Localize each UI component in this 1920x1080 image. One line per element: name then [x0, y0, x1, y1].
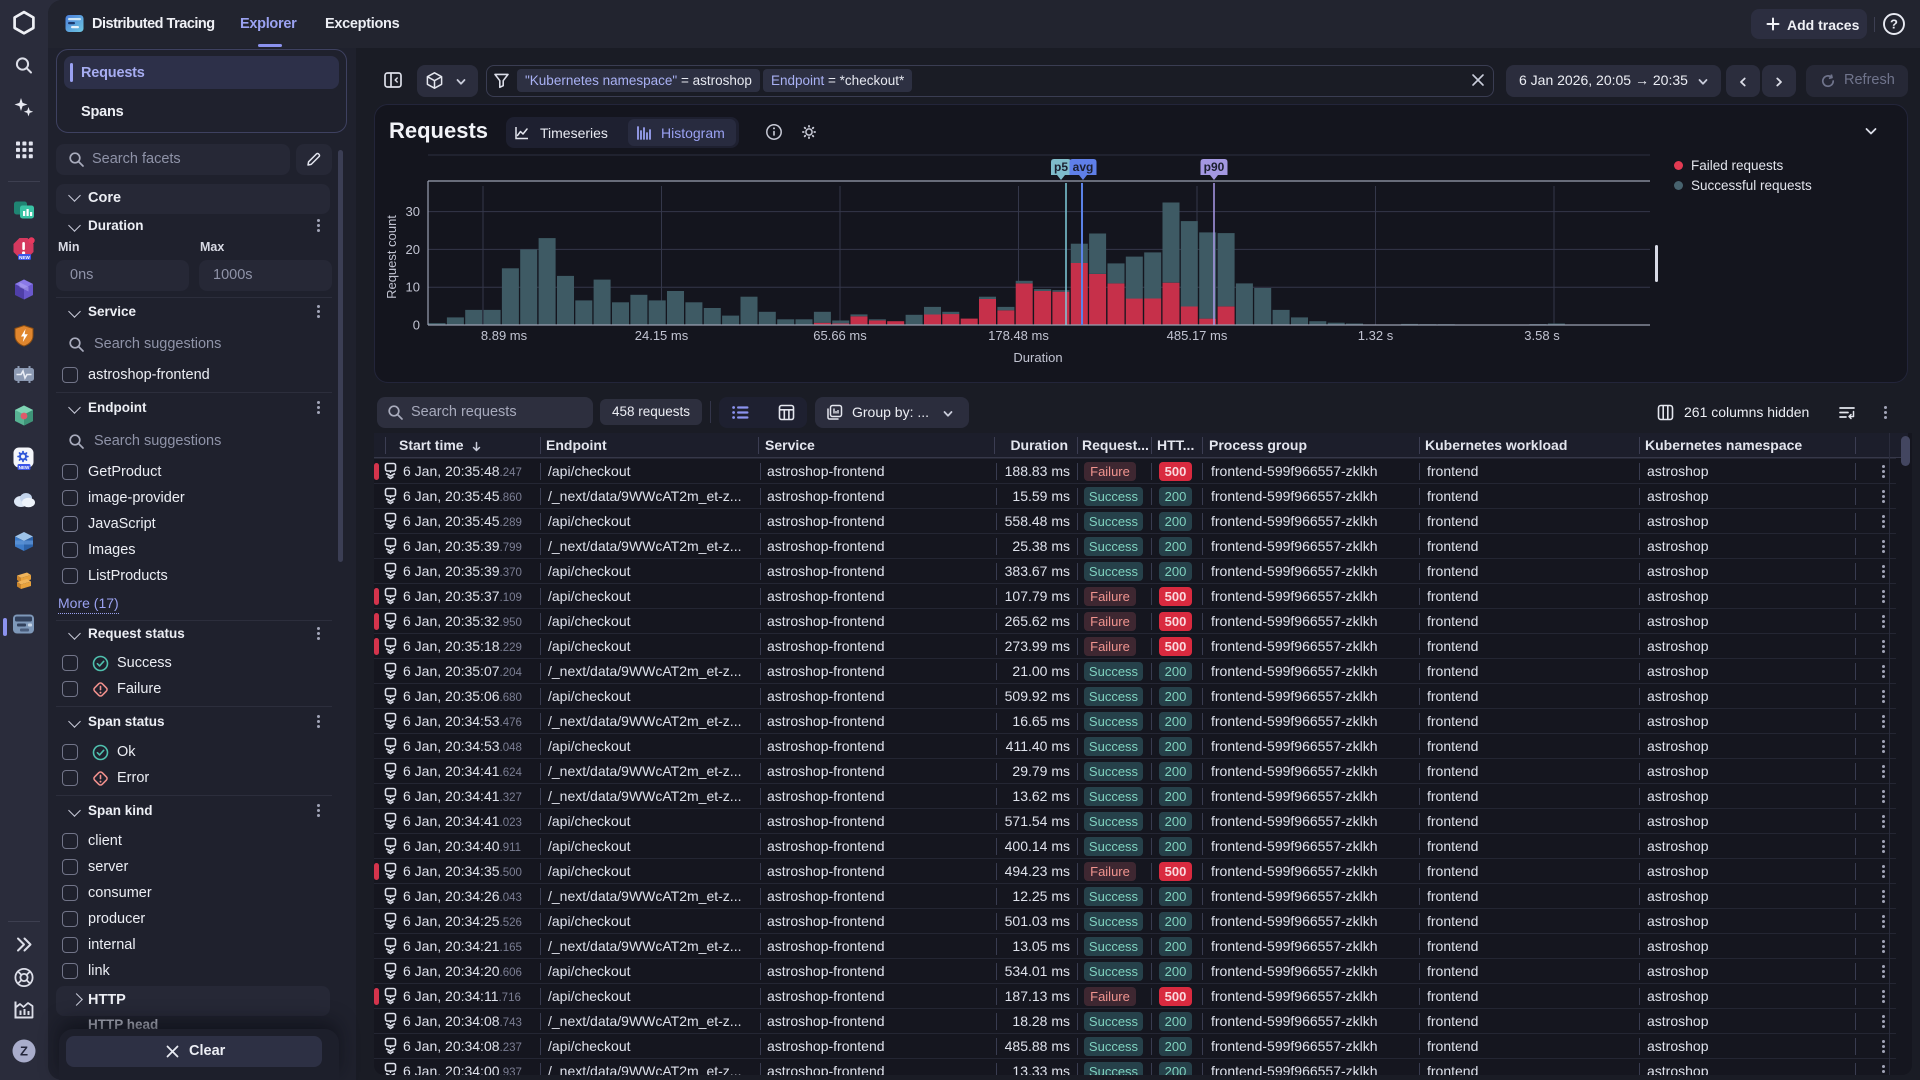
svg-text:NEW: NEW [19, 255, 30, 260]
svg-text:?: ? [1890, 17, 1898, 32]
svg-text:NEW: NEW [19, 465, 30, 470]
